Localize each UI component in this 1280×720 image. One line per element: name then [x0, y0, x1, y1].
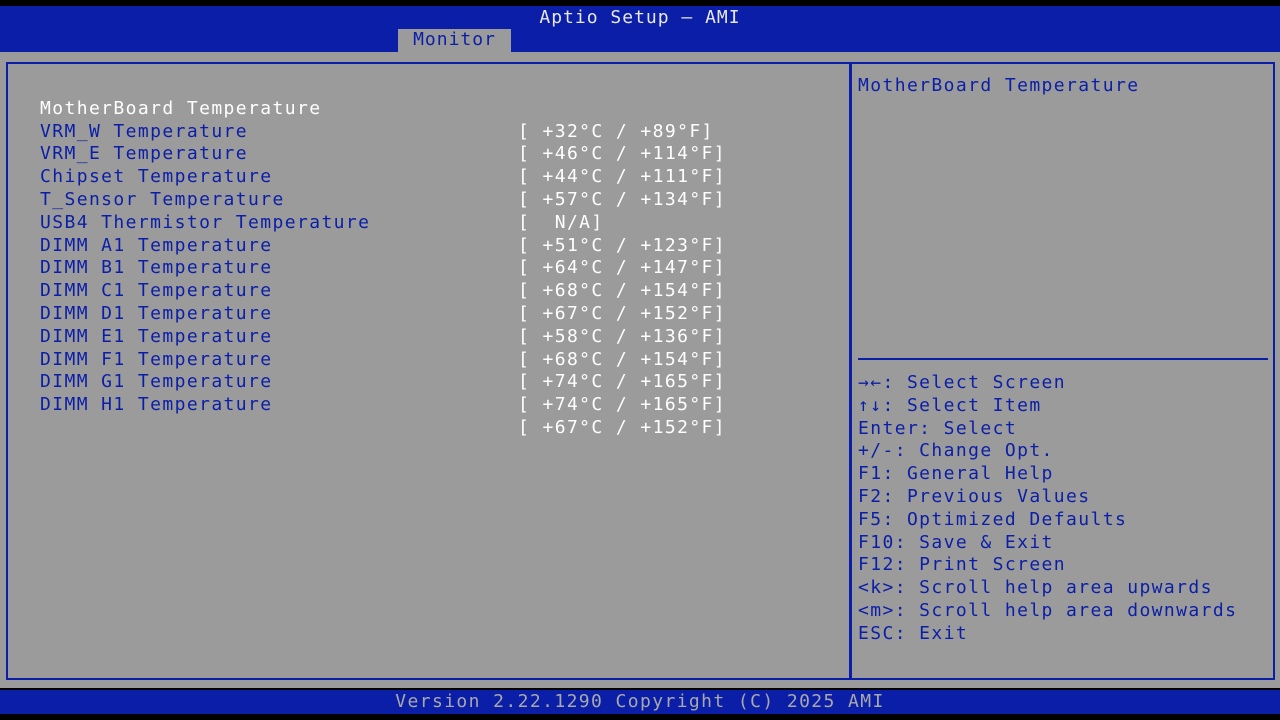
sensor-list: MotherBoard Temperature [ +32°C / +89°F]…: [40, 75, 840, 438]
list-item-dimm-b1-temperature[interactable]: DIMM B1 Temperature [ +68°C / +154°F]: [40, 235, 840, 301]
key-hint-f1: F1: General Help: [858, 463, 1054, 485]
key-hint-select-screen: →←: Select Screen: [858, 372, 1067, 393]
item-label: DIMM H1 Temperature: [40, 394, 273, 416]
app-title: Aptio Setup – AMI: [539, 7, 741, 28]
key-hint-f2: F2: Previous Values: [858, 485, 1091, 507]
list-item-dimm-e1-temperature[interactable]: DIMM E1 Temperature [ +68°C / +154°F]: [40, 303, 840, 370]
header-bar: Aptio Setup – AMI Monitor: [0, 6, 1280, 52]
list-item-dimm-a1-temperature[interactable]: DIMM A1 Temperature [ +64°C / +147°F]: [40, 212, 840, 279]
help-panel: MotherBoard Temperature →←: Select Scree…: [850, 62, 1275, 680]
key-hint-enter: Enter: Select: [858, 417, 1018, 439]
list-item-t-sensor-temperature[interactable]: T_Sensor Temperature [ N/A]: [40, 166, 840, 233]
item-value: [ +67°C / +152°F]: [518, 416, 727, 438]
list-item-dimm-d1-temperature[interactable]: DIMM D1 Temperature [ +58°C / +136°F]: [40, 280, 840, 347]
settings-panel: MotherBoard Temperature [ +32°C / +89°F]…: [6, 62, 851, 680]
key-hint-change-opt: +/-: Change Opt.: [858, 440, 1054, 462]
help-divider: [858, 358, 1268, 360]
key-hint-esc: ESC: Exit: [858, 622, 969, 644]
list-item-usb4-thermistor-temperature[interactable]: USB4 Thermistor Temperature [ +51°C / +1…: [40, 189, 840, 256]
main-frame: MotherBoard Temperature [ +32°C / +89°F]…: [0, 52, 1280, 688]
key-hint-f5: F5: Optimized Defaults: [858, 508, 1128, 530]
key-hint-f10: F10: Save & Exit: [858, 531, 1054, 553]
version-text: Version 2.22.1290 Copyright (C) 2025 AMI: [395, 691, 885, 712]
list-item-vrm-e-temperature[interactable]: VRM_E Temperature [ +44°C / +111°F]: [40, 121, 840, 187]
key-hint-scroll-down: <m>: Scroll help area downwards: [858, 599, 1238, 621]
list-item-motherboard-temperature[interactable]: MotherBoard Temperature [ +32°C / +89°F]: [40, 75, 840, 142]
key-hint-select-item: ↑↓: Select Item: [858, 394, 1042, 416]
footer-bar: Version 2.22.1290 Copyright (C) 2025 AMI: [0, 690, 1280, 714]
key-legend: →←: Select Screen ↑↓: Select Item Enter:…: [858, 372, 1237, 646]
list-item-dimm-g1-temperature[interactable]: DIMM G1 Temperature [ +74°C / +165°F]: [40, 349, 840, 415]
key-hint-f12: F12: Print Screen: [858, 554, 1067, 576]
list-item-chipset-temperature[interactable]: Chipset Temperature [ +57°C / +134°F]: [40, 143, 840, 210]
key-hint-scroll-up: <k>: Scroll help area upwards: [858, 577, 1213, 599]
list-item-dimm-f1-temperature[interactable]: DIMM F1 Temperature [ +74°C / +165°F]: [40, 326, 840, 393]
help-title: MotherBoard Temperature: [858, 75, 1140, 96]
list-item-dimm-h1-temperature[interactable]: DIMM H1 Temperature [ +67°C / +152°F]: [40, 371, 840, 438]
list-item-dimm-c1-temperature[interactable]: DIMM C1 Temperature [ +67°C / +152°F]: [40, 257, 840, 324]
tab-monitor[interactable]: Monitor: [398, 29, 511, 52]
list-item-vrm-w-temperature[interactable]: VRM_W Temperature [ +46°C / +114°F]: [40, 98, 840, 165]
item-value: [ +74°C / +165°F]: [518, 394, 727, 416]
